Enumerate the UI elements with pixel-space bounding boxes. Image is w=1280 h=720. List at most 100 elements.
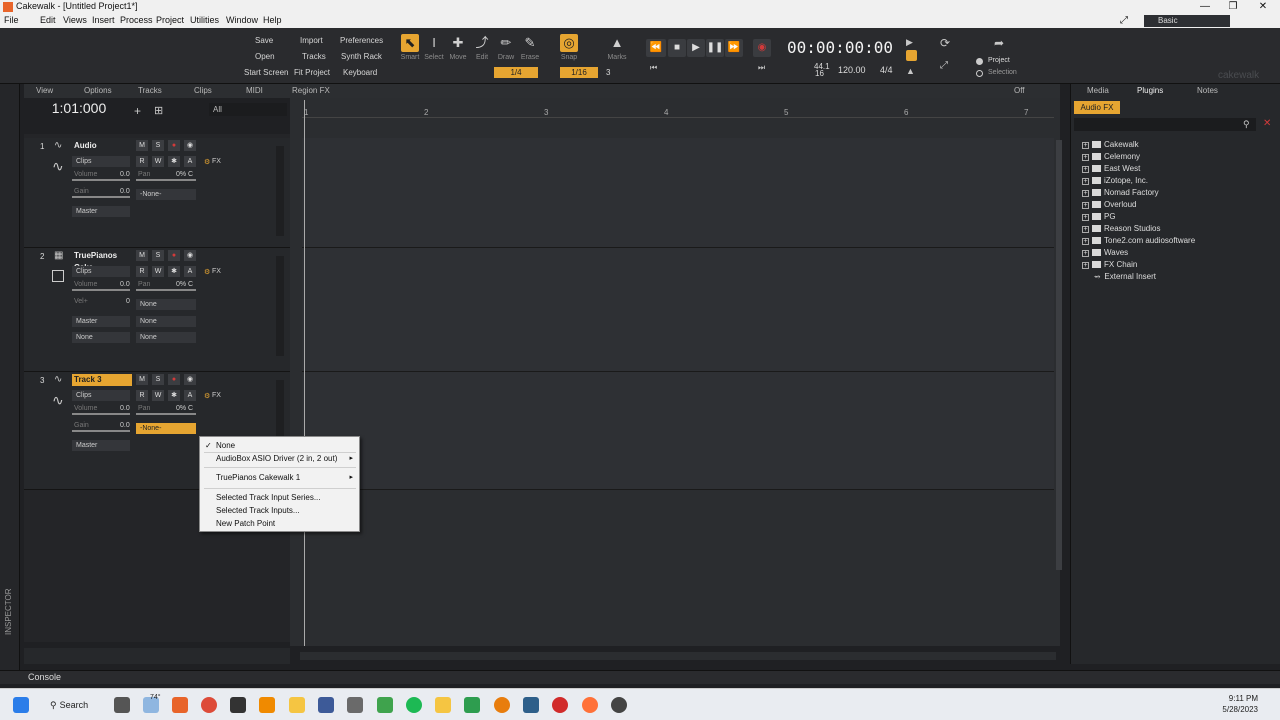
- app-icon[interactable]: [230, 697, 246, 713]
- fx-bin-label[interactable]: FX: [212, 392, 221, 399]
- menu-utilities[interactable]: Utilities: [190, 15, 219, 25]
- tree-item-nomad-factory[interactable]: + Nomad Factory: [1082, 188, 1159, 197]
- mute-button[interactable]: M: [136, 140, 148, 151]
- tool-resolution[interactable]: 1/4: [494, 67, 538, 78]
- write-automation-button[interactable]: W: [152, 156, 164, 167]
- pause-button[interactable]: ❚❚: [706, 39, 724, 57]
- vlc-icon[interactable]: [259, 697, 275, 713]
- ctx-item-new-patch-point[interactable]: New Patch Point: [216, 519, 275, 528]
- workspace-dropdown[interactable]: Basic: [1144, 15, 1230, 27]
- menu-edit[interactable]: Edit: [40, 15, 56, 25]
- task-view-icon[interactable]: [114, 697, 130, 713]
- app-icon[interactable]: [435, 697, 451, 713]
- ctx-item-none[interactable]: None: [216, 441, 235, 450]
- fx-bin-label[interactable]: FX: [212, 158, 221, 165]
- app-icon[interactable]: [347, 697, 363, 713]
- tab-notes[interactable]: Notes: [1197, 86, 1218, 95]
- track-2-lane[interactable]: [302, 248, 1054, 372]
- input-dropdown[interactable]: None: [136, 299, 196, 310]
- chrome-icon[interactable]: [201, 697, 217, 713]
- archive-button[interactable]: A: [184, 266, 196, 277]
- loop-icon[interactable]: ⟳: [940, 36, 950, 50]
- firefox-icon[interactable]: [582, 697, 598, 713]
- volume-value[interactable]: 0.0: [120, 281, 130, 288]
- play-button[interactable]: ▶: [687, 39, 705, 57]
- input-echo-button[interactable]: ◉: [184, 250, 196, 261]
- output-dropdown[interactable]: Master: [72, 440, 130, 451]
- track-filter-dropdown[interactable]: All: [209, 103, 287, 116]
- tv-menu-tracks[interactable]: Tracks: [138, 86, 162, 95]
- track-name[interactable]: Track 3: [72, 374, 132, 386]
- smart-tool[interactable]: ⬉ Smart: [399, 34, 421, 61]
- arm-record-button[interactable]: ●: [168, 140, 180, 151]
- channel-dropdown[interactable]: None: [136, 316, 196, 327]
- volume-slider[interactable]: [72, 179, 130, 181]
- console-tab[interactable]: Console: [0, 670, 1280, 684]
- input-dropdown[interactable]: -None-: [136, 423, 196, 434]
- app-icon[interactable]: [406, 697, 422, 713]
- now-time-marker[interactable]: [304, 100, 305, 646]
- close-button[interactable]: ✕: [1248, 0, 1278, 14]
- app-icon[interactable]: [318, 697, 334, 713]
- tv-menu-region-fx[interactable]: Region FX: [292, 86, 330, 95]
- tv-menu-midi[interactable]: MIDI: [246, 86, 263, 95]
- cakewalk-taskbar-icon[interactable]: [172, 697, 188, 713]
- add-track-icon[interactable]: +: [134, 104, 141, 118]
- tree-item-tone2[interactable]: + Tone2.com audiosoftware: [1082, 236, 1195, 245]
- gain-value[interactable]: 0.0: [120, 422, 130, 429]
- tv-menu-clips[interactable]: Clips: [194, 86, 212, 95]
- clips-dropdown[interactable]: Clips: [72, 390, 130, 401]
- import-button[interactable]: Import: [300, 36, 323, 45]
- output-dropdown[interactable]: Master: [72, 316, 130, 327]
- punch-icon[interactable]: ⤢: [940, 60, 948, 71]
- input-dropdown[interactable]: -None-: [136, 189, 196, 200]
- ctx-item-audiobox[interactable]: AudioBox ASIO Driver (2 in, 2 out): [216, 454, 337, 463]
- opera-icon[interactable]: [552, 697, 568, 713]
- bank-dropdown[interactable]: None: [72, 332, 130, 343]
- tab-plugins[interactable]: Plugins: [1137, 86, 1163, 95]
- gain-slider[interactable]: [72, 430, 130, 432]
- track-1-lane[interactable]: [302, 138, 1054, 248]
- fast-forward-button[interactable]: ⏩: [725, 39, 743, 57]
- audio-fx-tab[interactable]: Audio FX: [1074, 101, 1120, 114]
- track-3-lane[interactable]: [302, 372, 1054, 490]
- track-name[interactable]: TruePianos Cake: [72, 250, 132, 272]
- pan-slider[interactable]: [136, 179, 196, 181]
- record-button[interactable]: ◉: [753, 39, 771, 57]
- meter-display[interactable]: 4/4: [880, 65, 893, 75]
- horizontal-scrollbar[interactable]: [300, 652, 1056, 660]
- gain-value[interactable]: 0.0: [120, 188, 130, 195]
- snap-off-label[interactable]: Off: [1014, 86, 1025, 95]
- metronome-icon[interactable]: ▲: [906, 66, 915, 76]
- tree-item-fx-chain[interactable]: + FX Chain: [1082, 260, 1137, 269]
- move-tool[interactable]: ✚ Move: [447, 34, 469, 61]
- tab-media[interactable]: Media: [1087, 86, 1109, 95]
- tree-item-celemony[interactable]: + Celemony: [1082, 152, 1140, 161]
- clips-dropdown[interactable]: Clips: [72, 156, 130, 167]
- solo-button[interactable]: S: [152, 250, 164, 261]
- tree-item-east-west[interactable]: + East West: [1082, 164, 1140, 173]
- blender-icon[interactable]: [494, 697, 510, 713]
- track-name[interactable]: Audio: [72, 140, 132, 152]
- clock[interactable]: 9:11 PM 5/28/2023: [1222, 693, 1258, 715]
- archive-button[interactable]: A: [184, 156, 196, 167]
- volume-slider[interactable]: [72, 289, 130, 291]
- export-icon[interactable]: ➦: [994, 36, 1004, 50]
- vertical-scrollbar[interactable]: [1056, 140, 1062, 570]
- clips-dropdown[interactable]: Clips: [72, 266, 130, 277]
- go-to-start-icon[interactable]: ⏮: [650, 63, 657, 73]
- tree-item-cakewalk[interactable]: + Cakewalk: [1082, 140, 1139, 149]
- fx-bin-label[interactable]: FX: [212, 268, 221, 275]
- track-template-icon[interactable]: ⊞: [154, 104, 163, 117]
- tree-item-overloud[interactable]: + Overloud: [1082, 200, 1136, 209]
- tree-item-reason-studios[interactable]: + Reason Studios: [1082, 224, 1160, 233]
- tv-menu-options[interactable]: Options: [84, 86, 112, 95]
- write-automation-button[interactable]: W: [152, 390, 164, 401]
- app-icon[interactable]: [611, 697, 627, 713]
- draw-tool[interactable]: ✏ Draw: [495, 34, 517, 61]
- pan-slider[interactable]: [136, 413, 196, 415]
- read-automation-button[interactable]: R: [136, 390, 148, 401]
- ctx-item-truepianos[interactable]: TruePianos Cakewalk 1: [216, 473, 300, 482]
- arm-record-button[interactable]: ●: [168, 374, 180, 385]
- freeze-button[interactable]: ✱: [168, 156, 180, 167]
